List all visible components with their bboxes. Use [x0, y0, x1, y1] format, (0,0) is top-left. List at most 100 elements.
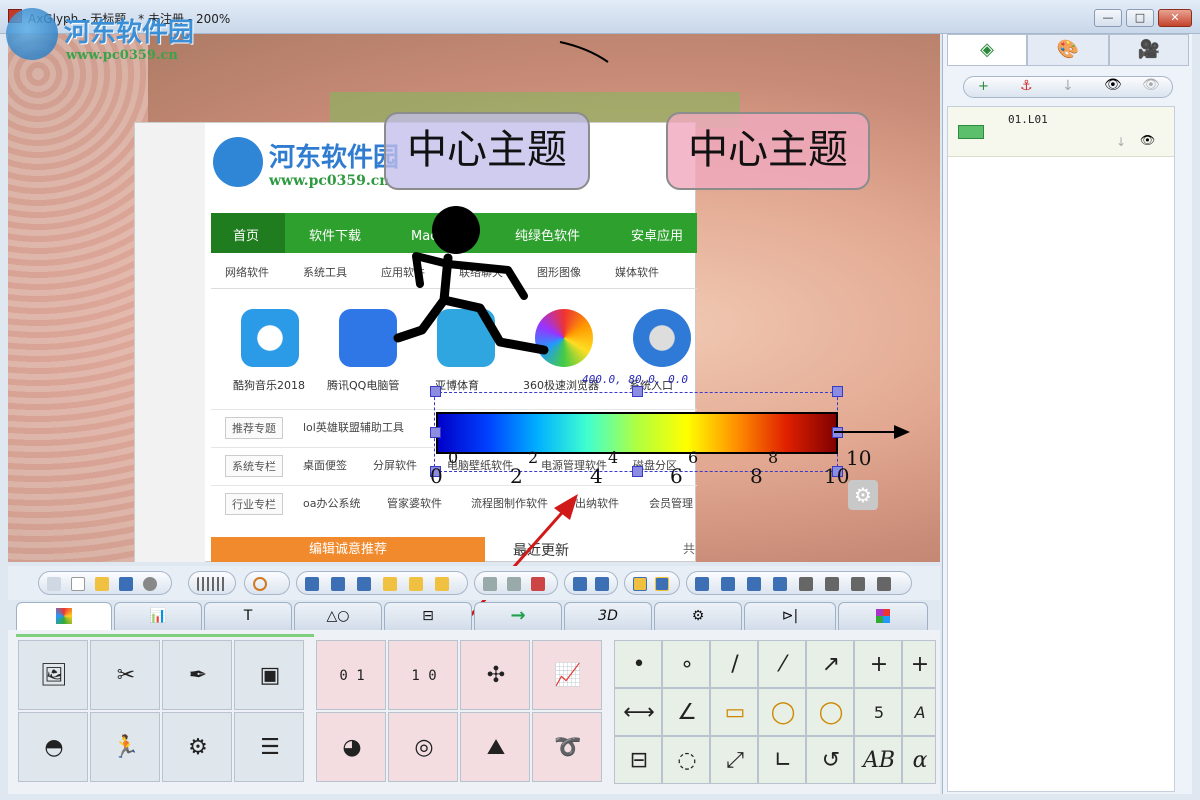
tab-layers[interactable]: ◈	[947, 34, 1027, 66]
tool-tree[interactable]: ☰	[234, 712, 304, 782]
tool-cross[interactable]: +	[902, 640, 936, 688]
resize-handle[interactable]	[430, 386, 441, 397]
tool-ruler[interactable]: 0 1	[316, 640, 386, 710]
tool-roll[interactable]: ◓	[18, 712, 88, 782]
tool-number-badge[interactable]: 5	[854, 688, 902, 736]
same-width-icon[interactable]	[483, 577, 497, 591]
align-center-icon[interactable]	[331, 577, 345, 591]
flip-h-icon[interactable]	[573, 577, 587, 591]
tool-split-box[interactable]: ⊟	[614, 736, 662, 784]
tab-arrow[interactable]: →	[474, 602, 562, 630]
tool-angle[interactable]: ∠	[662, 688, 710, 736]
tool-helix[interactable]: ➰	[532, 712, 602, 782]
new-file-icon[interactable]	[71, 577, 85, 591]
tool-colorbar[interactable]: 1 0	[388, 640, 458, 710]
tool-axis-3d[interactable]: ✣	[460, 640, 530, 710]
menu-icon[interactable]	[47, 577, 61, 591]
tool-dashed-line[interactable]: ⁄	[758, 640, 806, 688]
distribute-h-icon[interactable]	[695, 577, 709, 591]
settings-icon[interactable]	[143, 577, 157, 591]
tool-pie[interactable]: ◕	[316, 712, 386, 782]
tool-small-circle[interactable]: ∘	[662, 640, 710, 688]
minimize-button[interactable]: —	[1094, 9, 1122, 27]
tool-callout-round[interactable]: ◯	[758, 688, 806, 736]
tab-chart[interactable]: 📊	[114, 602, 202, 630]
eye-hidden-icon[interactable]: 👁	[1142, 77, 1160, 93]
tool-rotate[interactable]: ↺	[806, 736, 854, 784]
resize-handle[interactable]	[832, 386, 843, 397]
tab-shapes[interactable]: △○	[294, 602, 382, 630]
tool-box[interactable]: ▣	[234, 640, 304, 710]
group-icon[interactable]	[633, 577, 647, 591]
align-right-icon[interactable]	[357, 577, 371, 591]
resize-handle[interactable]	[632, 466, 643, 477]
tool-pen[interactable]: ✒	[162, 640, 232, 710]
stretch-h-icon[interactable]	[799, 577, 813, 591]
tool-callout-oval[interactable]: ◯	[806, 688, 854, 736]
anchor-down-icon[interactable]: ↓	[1116, 135, 1126, 149]
resize-handle[interactable]	[430, 427, 441, 438]
fit-h-icon[interactable]	[851, 577, 865, 591]
tab-grid[interactable]	[838, 602, 928, 630]
maximize-button[interactable]: □	[1126, 9, 1154, 27]
rotate-icon[interactable]	[253, 577, 267, 591]
align-top-icon[interactable]	[383, 577, 397, 591]
tool-double-arrow[interactable]: ⤢	[710, 736, 758, 784]
align-bottom-icon[interactable]	[435, 577, 449, 591]
grid-icon[interactable]	[197, 577, 227, 591]
align-middle-icon[interactable]	[409, 577, 423, 591]
tool-letter-badge[interactable]: A	[902, 688, 936, 736]
layer-item[interactable]: 01.L01 ↓ 👁	[948, 107, 1174, 157]
tab-flowchart[interactable]: ⊟	[384, 602, 472, 630]
tab-camera[interactable]: 🎥	[1109, 34, 1189, 66]
runner-figure-icon[interactable]	[388, 200, 588, 360]
resize-handle[interactable]	[632, 386, 643, 397]
tool-dimension[interactable]: ⟷	[614, 688, 662, 736]
tool-text-ab[interactable]: AB	[854, 736, 902, 784]
fit-v-icon[interactable]	[877, 577, 891, 591]
tool-arrow[interactable]: ↗	[806, 640, 854, 688]
close-button[interactable]: ✕	[1158, 9, 1192, 27]
tool-dashed-circle[interactable]: ◌	[662, 736, 710, 784]
align-left-icon[interactable]	[305, 577, 319, 591]
anchor-down-icon[interactable]: ↓	[1062, 78, 1074, 94]
tool-line[interactable]: /	[710, 640, 758, 688]
open-folder-icon[interactable]	[95, 577, 109, 591]
tab-palette-props[interactable]: 🎨	[1027, 34, 1109, 66]
tab-text[interactable]: T	[204, 602, 292, 630]
add-layer-icon[interactable]: +	[978, 79, 989, 94]
space-h-icon[interactable]	[747, 577, 761, 591]
tool-head-gear[interactable]: ⚙	[162, 712, 232, 782]
stretch-v-icon[interactable]	[825, 577, 839, 591]
tool-surface[interactable]: ⛰	[460, 712, 530, 782]
anchor-icon[interactable]: ⚓	[1020, 78, 1033, 94]
same-height-icon[interactable]	[507, 577, 521, 591]
topic-bubble[interactable]: 中心主题	[384, 112, 590, 190]
tool-radar[interactable]: ◎	[388, 712, 458, 782]
tool-text-alpha[interactable]: α	[902, 736, 936, 784]
ungroup-icon[interactable]	[655, 577, 669, 591]
tool-corner[interactable]: ∟	[758, 736, 806, 784]
tab-palette[interactable]	[16, 602, 112, 632]
same-size-icon[interactable]	[531, 577, 545, 591]
flip-v-icon[interactable]	[595, 577, 609, 591]
tool-scissors[interactable]: ✂	[90, 640, 160, 710]
distribute-v-icon[interactable]	[721, 577, 735, 591]
tool-dot[interactable]: •	[614, 640, 662, 688]
tool-runner[interactable]: 🏃	[90, 712, 160, 782]
eye-icon[interactable]: 👁	[1140, 133, 1155, 147]
eye-icon[interactable]: 👁	[1104, 77, 1122, 93]
save-icon[interactable]	[119, 577, 133, 591]
tool-image[interactable]: 🖼	[18, 640, 88, 710]
stroke-mark-icon[interactable]	[558, 38, 618, 68]
tab-3d[interactable]: 3D	[564, 602, 652, 630]
tool-callout-rect[interactable]: ▭	[710, 688, 758, 736]
axis-arrow-icon	[834, 425, 910, 439]
topic-bubble[interactable]: 中心主题	[666, 112, 870, 190]
tab-mechanics[interactable]: ⚙	[654, 602, 742, 630]
space-v-icon[interactable]	[773, 577, 787, 591]
tool-crosshair[interactable]: +	[854, 640, 902, 688]
tool-plot[interactable]: 📈	[532, 640, 602, 710]
chart-icon: 📊	[149, 608, 167, 624]
tab-circuit[interactable]: ⊳|	[744, 602, 836, 630]
